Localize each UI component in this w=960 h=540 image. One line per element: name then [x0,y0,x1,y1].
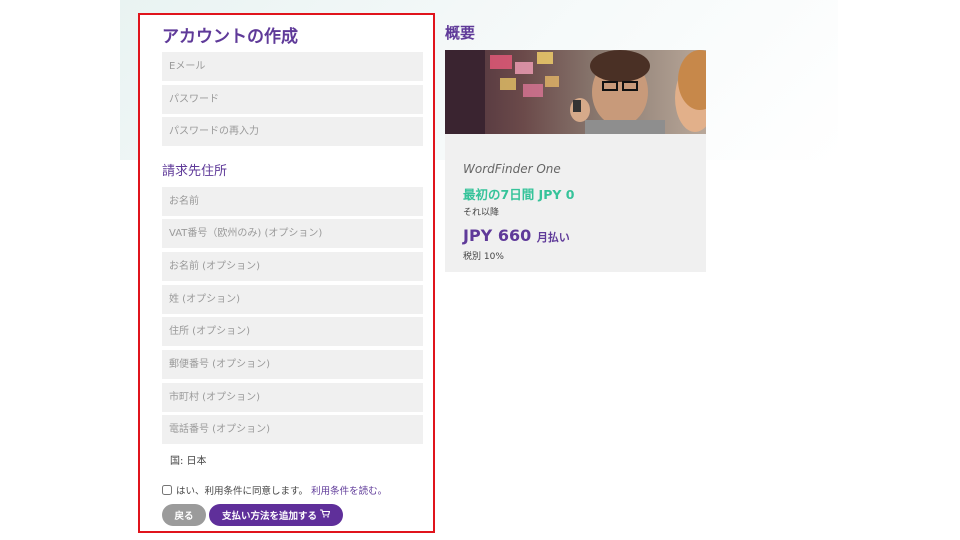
price-unit: 月払い [536,231,570,244]
terms-text: はい、利用条件に同意します。 [176,486,309,497]
trial-price: 最初の7日間 JPY 0 [463,187,575,202]
create-account-form: アカウントの作成 請求先住所 国: 日本 はい、利用条件に同意します。 利用条件… [138,13,435,533]
first-name-field[interactable] [162,252,423,281]
password-confirm-field[interactable] [162,117,423,146]
form-title: アカウントの作成 [162,27,298,47]
price-amount: JPY 660 [463,226,532,245]
monthly-price: JPY 660 月払い [463,226,570,245]
last-name-field[interactable] [162,285,423,314]
summary-card: WordFinder One 最初の7日間 JPY 0 それ以降 JPY 660… [445,50,706,272]
phone-field[interactable] [162,415,423,444]
product-name: WordFinder One [463,162,561,176]
vat-field[interactable] [162,219,423,248]
shopping-cart-icon [320,509,331,521]
country-label: 国: 日本 [170,456,207,467]
product-photo [445,50,706,134]
back-button[interactable]: 戻る [162,504,206,526]
add-payment-method-label: 支払い方法を追加する [221,511,317,522]
tax-note: 税別 10% [463,252,504,262]
add-payment-method-button[interactable]: 支払い方法を追加する [209,504,343,526]
back-button-label: 戻る [174,511,194,522]
name-field[interactable] [162,187,423,216]
city-field[interactable] [162,383,423,412]
terms-link[interactable]: 利用条件を読む。 [311,483,387,497]
password-field[interactable] [162,85,423,114]
terms-checkbox[interactable] [162,485,172,495]
address-field[interactable] [162,317,423,346]
after-trial-label: それ以降 [463,208,500,218]
email-field[interactable] [162,52,423,81]
billing-address-title: 請求先住所 [162,164,228,179]
postal-code-field[interactable] [162,350,423,379]
summary-title: 概要 [445,24,476,42]
terms-row: はい、利用条件に同意します。 利用条件を読む。 [162,483,387,497]
